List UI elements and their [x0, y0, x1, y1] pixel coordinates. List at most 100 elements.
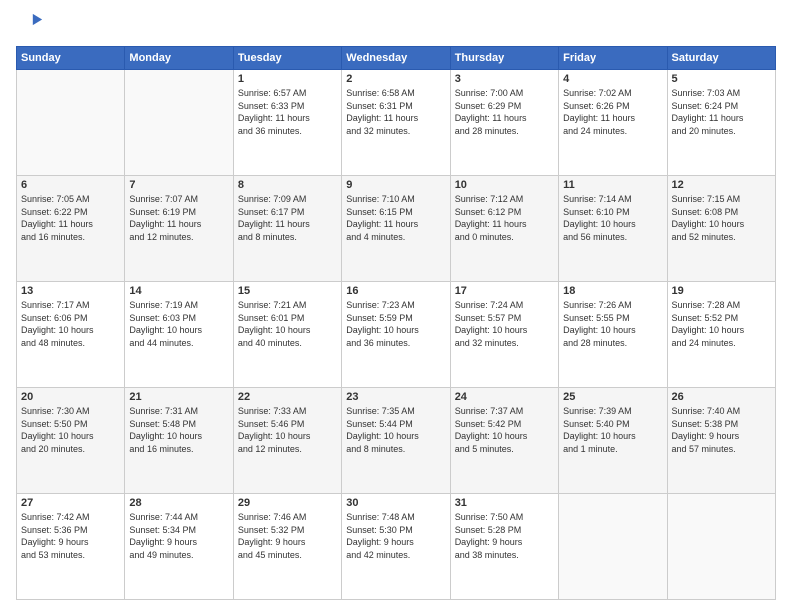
cell-text: and 1 minute. — [563, 443, 662, 456]
cell-text: Daylight: 11 hours — [455, 112, 554, 125]
cell-text: Sunset: 6:08 PM — [672, 206, 771, 219]
cell-text: and 0 minutes. — [455, 231, 554, 244]
cell-text: Sunset: 6:24 PM — [672, 100, 771, 113]
calendar-cell: 7Sunrise: 7:07 AMSunset: 6:19 PMDaylight… — [125, 176, 233, 282]
calendar-cell: 18Sunrise: 7:26 AMSunset: 5:55 PMDayligh… — [559, 282, 667, 388]
cell-text: Daylight: 10 hours — [21, 324, 120, 337]
calendar-week-row: 13Sunrise: 7:17 AMSunset: 6:06 PMDayligh… — [17, 282, 776, 388]
cell-text: and 32 minutes. — [455, 337, 554, 350]
cell-text: Daylight: 10 hours — [129, 430, 228, 443]
day-number: 31 — [455, 497, 554, 509]
cell-text: Sunrise: 7:03 AM — [672, 87, 771, 100]
calendar-cell: 9Sunrise: 7:10 AMSunset: 6:15 PMDaylight… — [342, 176, 450, 282]
day-number: 10 — [455, 179, 554, 191]
cell-text: Sunset: 6:29 PM — [455, 100, 554, 113]
day-number: 14 — [129, 285, 228, 297]
calendar-cell: 2Sunrise: 6:58 AMSunset: 6:31 PMDaylight… — [342, 70, 450, 176]
calendar-week-row: 27Sunrise: 7:42 AMSunset: 5:36 PMDayligh… — [17, 494, 776, 600]
cell-text: and 44 minutes. — [129, 337, 228, 350]
day-number: 22 — [238, 391, 337, 403]
cell-text: Sunset: 6:12 PM — [455, 206, 554, 219]
calendar-week-row: 6Sunrise: 7:05 AMSunset: 6:22 PMDaylight… — [17, 176, 776, 282]
cell-text: and 53 minutes. — [21, 549, 120, 562]
calendar-cell: 29Sunrise: 7:46 AMSunset: 5:32 PMDayligh… — [233, 494, 341, 600]
calendar-cell — [17, 70, 125, 176]
cell-text: and 20 minutes. — [21, 443, 120, 456]
cell-text: and 4 minutes. — [346, 231, 445, 244]
calendar-cell — [125, 70, 233, 176]
day-number: 7 — [129, 179, 228, 191]
cell-text: Sunset: 5:44 PM — [346, 418, 445, 431]
cell-text: Daylight: 10 hours — [563, 430, 662, 443]
cell-text: Daylight: 10 hours — [129, 324, 228, 337]
calendar-cell: 17Sunrise: 7:24 AMSunset: 5:57 PMDayligh… — [450, 282, 558, 388]
cell-text: Sunset: 5:32 PM — [238, 524, 337, 537]
calendar-cell — [667, 494, 775, 600]
calendar-cell: 15Sunrise: 7:21 AMSunset: 6:01 PMDayligh… — [233, 282, 341, 388]
cell-text: Sunrise: 7:28 AM — [672, 299, 771, 312]
cell-text: Sunset: 5:38 PM — [672, 418, 771, 431]
cell-text: Sunset: 5:28 PM — [455, 524, 554, 537]
day-number: 15 — [238, 285, 337, 297]
cell-text: Sunrise: 7:14 AM — [563, 193, 662, 206]
cell-text: and 5 minutes. — [455, 443, 554, 456]
cell-text: Sunrise: 7:05 AM — [21, 193, 120, 206]
cell-text: Daylight: 10 hours — [238, 324, 337, 337]
calendar-cell: 31Sunrise: 7:50 AMSunset: 5:28 PMDayligh… — [450, 494, 558, 600]
cell-text: Sunrise: 7:12 AM — [455, 193, 554, 206]
calendar-cell — [559, 494, 667, 600]
cell-text: Daylight: 11 hours — [672, 112, 771, 125]
cell-text: and 24 minutes. — [672, 337, 771, 350]
cell-text: Daylight: 10 hours — [672, 218, 771, 231]
cell-text: Daylight: 10 hours — [563, 324, 662, 337]
cell-text: Daylight: 11 hours — [346, 218, 445, 231]
cell-text: Sunrise: 7:39 AM — [563, 405, 662, 418]
day-number: 24 — [455, 391, 554, 403]
cell-text: Daylight: 10 hours — [672, 324, 771, 337]
weekday-header: Wednesday — [342, 47, 450, 70]
cell-text: Sunset: 5:57 PM — [455, 312, 554, 325]
cell-text: Daylight: 10 hours — [455, 324, 554, 337]
cell-text: Daylight: 11 hours — [455, 218, 554, 231]
cell-text: Sunrise: 7:24 AM — [455, 299, 554, 312]
calendar-header-row: SundayMondayTuesdayWednesdayThursdayFrid… — [17, 47, 776, 70]
cell-text: Daylight: 11 hours — [129, 218, 228, 231]
cell-text: and 45 minutes. — [238, 549, 337, 562]
cell-text: and 38 minutes. — [455, 549, 554, 562]
cell-text: Daylight: 10 hours — [346, 324, 445, 337]
cell-text: Sunset: 5:42 PM — [455, 418, 554, 431]
cell-text: Sunrise: 7:19 AM — [129, 299, 228, 312]
weekday-header: Tuesday — [233, 47, 341, 70]
calendar-cell: 13Sunrise: 7:17 AMSunset: 6:06 PMDayligh… — [17, 282, 125, 388]
cell-text: and 12 minutes. — [129, 231, 228, 244]
cell-text: Sunrise: 7:02 AM — [563, 87, 662, 100]
cell-text: Sunrise: 6:57 AM — [238, 87, 337, 100]
cell-text: Sunrise: 7:17 AM — [21, 299, 120, 312]
cell-text: Sunset: 5:34 PM — [129, 524, 228, 537]
cell-text: Sunset: 5:52 PM — [672, 312, 771, 325]
cell-text: Daylight: 10 hours — [238, 430, 337, 443]
calendar-week-row: 1Sunrise: 6:57 AMSunset: 6:33 PMDaylight… — [17, 70, 776, 176]
cell-text: Sunset: 6:17 PM — [238, 206, 337, 219]
cell-text: Daylight: 9 hours — [672, 430, 771, 443]
cell-text: Sunrise: 7:37 AM — [455, 405, 554, 418]
cell-text: and 32 minutes. — [346, 125, 445, 138]
cell-text: Sunrise: 7:21 AM — [238, 299, 337, 312]
day-number: 28 — [129, 497, 228, 509]
page: SundayMondayTuesdayWednesdayThursdayFrid… — [0, 0, 792, 612]
cell-text: Daylight: 10 hours — [455, 430, 554, 443]
cell-text: Sunset: 5:40 PM — [563, 418, 662, 431]
cell-text: Daylight: 11 hours — [21, 218, 120, 231]
calendar-cell: 11Sunrise: 7:14 AMSunset: 6:10 PMDayligh… — [559, 176, 667, 282]
day-number: 19 — [672, 285, 771, 297]
calendar-cell: 26Sunrise: 7:40 AMSunset: 5:38 PMDayligh… — [667, 388, 775, 494]
cell-text: Sunrise: 7:10 AM — [346, 193, 445, 206]
cell-text: Sunrise: 7:31 AM — [129, 405, 228, 418]
day-number: 18 — [563, 285, 662, 297]
cell-text: Sunrise: 7:00 AM — [455, 87, 554, 100]
cell-text: Daylight: 11 hours — [563, 112, 662, 125]
cell-text: and 36 minutes. — [238, 125, 337, 138]
calendar-cell: 21Sunrise: 7:31 AMSunset: 5:48 PMDayligh… — [125, 388, 233, 494]
cell-text: Sunrise: 7:42 AM — [21, 511, 120, 524]
day-number: 9 — [346, 179, 445, 191]
